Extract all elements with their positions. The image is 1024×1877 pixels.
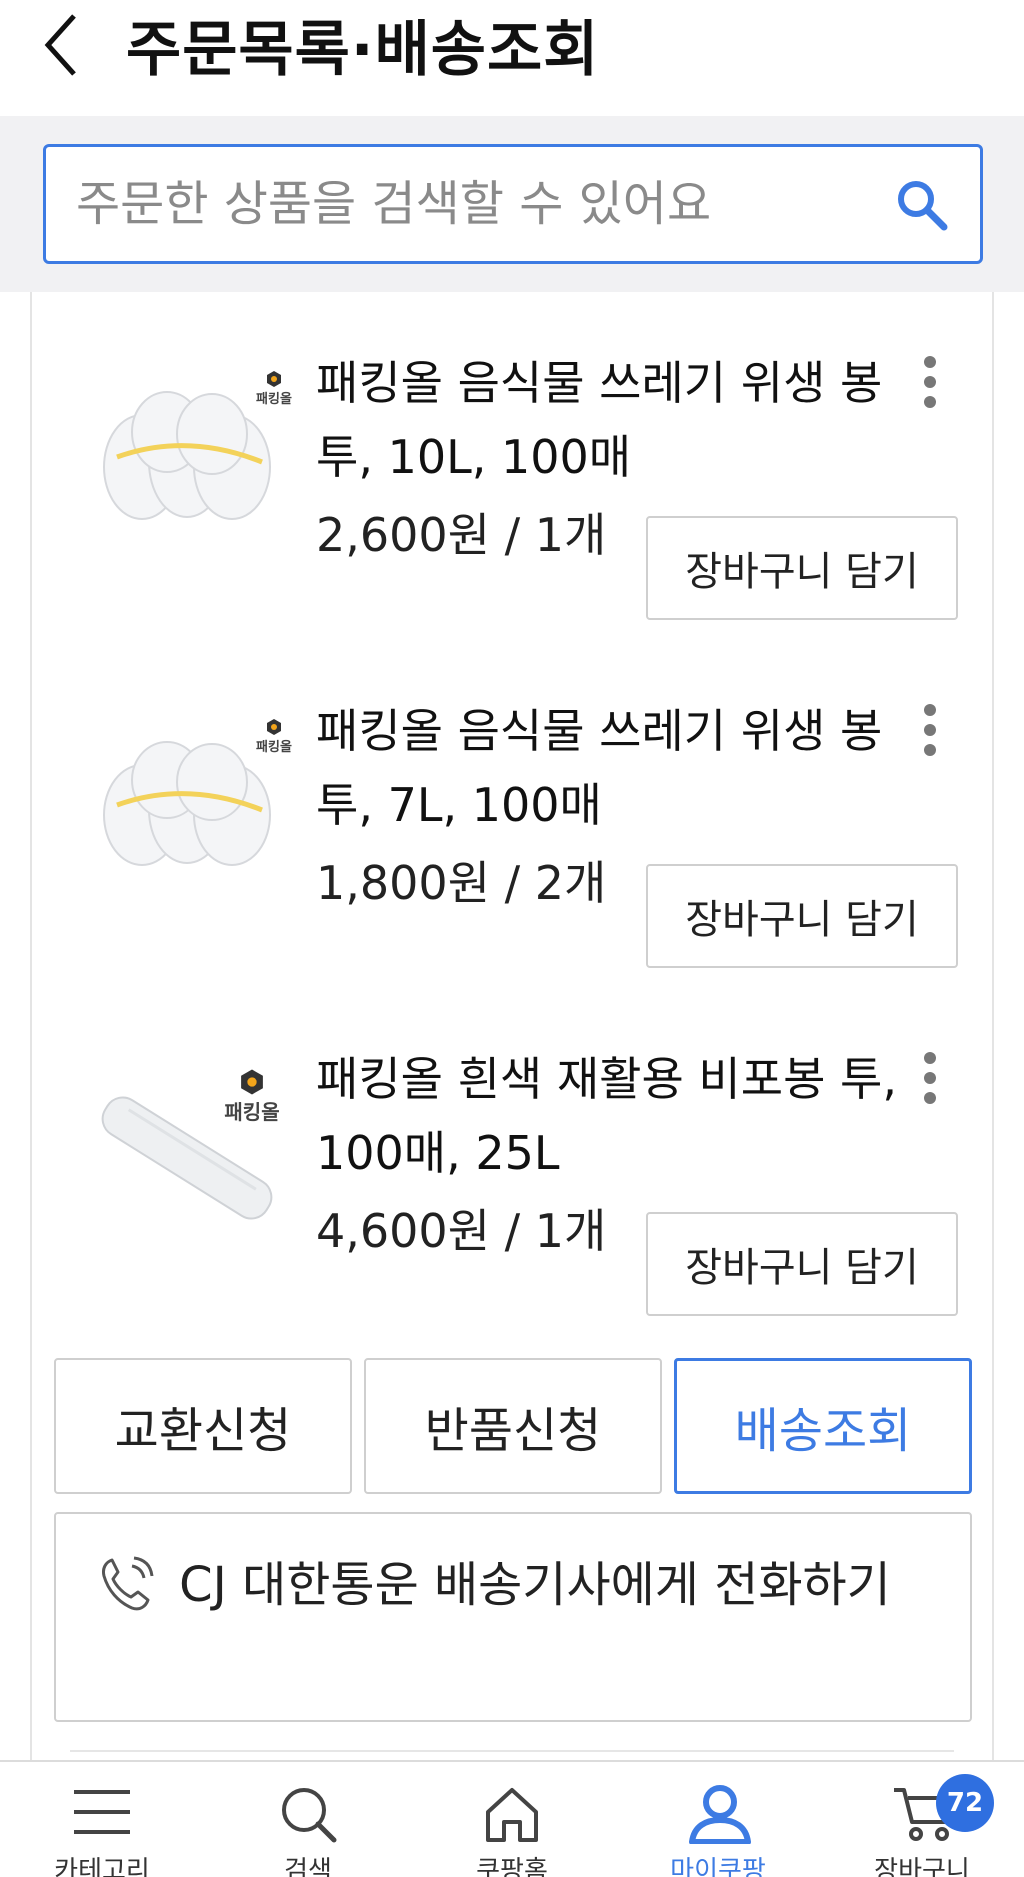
user-icon [689,1785,751,1844]
nav-label: 쿠팡홈 [476,1856,548,1877]
more-options-button[interactable] [920,352,960,412]
menu-icon [74,1790,130,1834]
exchange-request-button[interactable]: 교환신청 [54,1358,352,1494]
return-request-button[interactable]: 반품신청 [364,1358,662,1494]
product-image[interactable]: 패킹올 [72,1048,302,1238]
order-item: 패킹올 패킹올 흰색 재활용 비포봉 투, 100매, 25L 4,600원 /… [32,998,996,1316]
cart-count-badge: 72 [936,1774,994,1832]
nav-item-search[interactable]: 검색 [218,1762,398,1877]
nav-item-home[interactable]: 쿠팡홈 [422,1762,602,1877]
more-vertical-icon [924,704,936,756]
brand-logo: 패킹올 [244,718,304,755]
order-actions: 교환신청 반품신청 배송조회 [54,1358,972,1494]
nav-label: 검색 [284,1856,332,1877]
search-icon[interactable] [894,177,950,233]
brand-logo: 패킹올 [244,370,304,407]
product-price: 4,600원 / 1개 [316,1204,607,1258]
add-to-cart-button[interactable]: 장바구니 담기 [646,864,958,968]
more-options-button[interactable] [920,700,960,760]
call-driver-button[interactable]: CJ 대한통운 배송기사에게 전화하기 [54,1512,972,1722]
more-vertical-icon [924,356,936,408]
product-price: 1,800원 / 2개 [316,856,607,910]
home-icon [486,1788,538,1842]
add-to-cart-button[interactable]: 장바구니 담기 [646,516,958,620]
product-name[interactable]: 패킹올 음식물 쓰레기 위생 봉투, 7L, 100매 [316,694,916,842]
brand-logo: 패킹올 [212,1068,292,1125]
call-driver-label: CJ 대한통운 배송기사에게 전화하기 [179,1557,891,1613]
order-item: 패킹올 패킹올 음식물 쓰레기 위생 봉투, 7L, 100매 1,800원 /… [32,650,996,968]
product-name[interactable]: 패킹올 음식물 쓰레기 위생 봉투, 10L, 100매 [316,346,916,494]
nav-label: 마이쿠팡 [670,1856,766,1877]
nav-item-category[interactable]: 카테고리 [12,1762,192,1877]
product-price: 2,600원 / 1개 [316,508,607,562]
nav-label: 카테고리 [54,1856,150,1877]
search-icon [282,1788,337,1843]
bottom-nav: 카테고리 검색 쿠팡홈 마이쿠팡 72 장바구니 [0,1760,1024,1877]
search-box [43,144,983,264]
nav-item-cart[interactable]: 72 장바구니 [832,1762,1012,1877]
more-vertical-icon [924,1052,936,1104]
product-image[interactable]: 패킹올 [72,700,302,890]
product-name[interactable]: 패킹올 흰색 재활용 비포봉 투, 100매, 25L [316,1042,916,1190]
nav-label: 장바구니 [874,1856,970,1877]
nav-item-my-coupang[interactable]: 마이쿠팡 [628,1762,808,1877]
back-button[interactable] [40,10,100,90]
order-item: 패킹올 패킹올 음식물 쓰레기 위생 봉투, 10L, 100매 2,600원 … [32,302,996,620]
track-delivery-button[interactable]: 배송조회 [674,1358,972,1494]
app-header: 주문목록·배송조회 [0,0,1024,116]
divider [70,1750,954,1752]
product-image[interactable]: 패킹올 [72,352,302,542]
search-input[interactable] [76,169,856,239]
page-title: 주문목록·배송조회 [126,15,600,85]
more-options-button[interactable] [920,1048,960,1108]
add-to-cart-button[interactable]: 장바구니 담기 [646,1212,958,1316]
chevron-left-icon [44,14,76,76]
